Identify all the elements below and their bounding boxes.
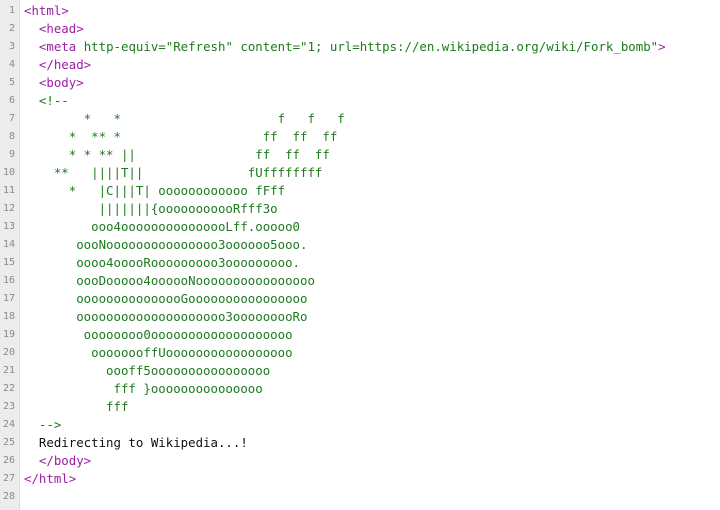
line-number: 27 bbox=[2, 473, 15, 484]
code-line-13[interactable]: ooo4ooooooooooooooLff.ooooo0 bbox=[24, 218, 720, 236]
ascii-art-line: * |C|||T| oooooooooooo fFff bbox=[24, 183, 286, 198]
code-line-22[interactable]: fff }ooooooooooooooo bbox=[24, 380, 720, 398]
line-number: 14 bbox=[2, 239, 15, 250]
line-number: 19 bbox=[2, 329, 15, 340]
http-equiv-value: "Refresh" bbox=[165, 39, 233, 54]
line-number: 25 bbox=[2, 437, 15, 448]
head-open-tag: <head> bbox=[24, 21, 84, 36]
line-number: 3 bbox=[8, 41, 15, 52]
code-line-8[interactable]: * ** * ff ff ff bbox=[24, 128, 720, 146]
line-number: 1 bbox=[8, 5, 15, 16]
line-number: 20 bbox=[2, 347, 15, 358]
line-number: 21 bbox=[2, 365, 15, 376]
line-number: 6 bbox=[8, 95, 15, 106]
line-number: 22 bbox=[2, 383, 15, 394]
ascii-art-line: ooooooooooooooGoooooooooooooooo bbox=[24, 291, 308, 306]
content-attribute: content= bbox=[232, 39, 301, 54]
ascii-art-line: ** ||||T|| fUffffffff bbox=[24, 165, 323, 180]
head-close-tag: </head> bbox=[24, 57, 92, 72]
line-number: 5 bbox=[8, 77, 15, 88]
line-number: 13 bbox=[2, 221, 15, 232]
code-line-25[interactable]: Redirecting to Wikipedia...! bbox=[24, 434, 720, 452]
meta-tag-open: <meta bbox=[38, 39, 77, 54]
code-line-21[interactable]: oooff5oooooooooooooooo bbox=[24, 362, 720, 380]
ascii-art-line: oooooooooooooooooooo3ooooooooRo bbox=[24, 309, 308, 324]
code-line-6[interactable]: <!-- bbox=[24, 92, 720, 110]
line-number-gutter: 1 2 3 4 5 6 7 8 9 10 11 12 13 14 15 16 17 18 19 20 21 22 23 24 2… bbox=[0, 0, 20, 510]
code-line-14[interactable]: oooNooooooooooooooo3oooooo5ooo. bbox=[24, 236, 720, 254]
code-line-12[interactable]: |||||||{ooooooooooRfff3o bbox=[24, 200, 720, 218]
meta-tag-close: > bbox=[658, 39, 666, 54]
code-line-15[interactable]: oooo4ooooRooooooooo3ooooooooo. bbox=[24, 254, 720, 272]
body-open-tag: <body> bbox=[24, 75, 84, 90]
code-line-26[interactable]: </body> bbox=[24, 452, 720, 470]
line-number: 8 bbox=[8, 131, 15, 142]
ascii-art-line: * ** * ff ff ff bbox=[24, 129, 338, 144]
code-line-23[interactable]: fff bbox=[24, 398, 720, 416]
line-number: 4 bbox=[8, 59, 15, 70]
ascii-art-line: * * f f f bbox=[24, 111, 345, 126]
line-number: 2 bbox=[8, 23, 15, 34]
code-line-1[interactable]: <html> bbox=[24, 2, 720, 20]
ascii-art-line: oooff5oooooooooooooooo bbox=[24, 363, 271, 378]
code-line-17[interactable]: ooooooooooooooGoooooooooooooooo bbox=[24, 290, 720, 308]
ascii-art-line: oooNooooooooooooooo3oooooo5ooo. bbox=[24, 237, 308, 252]
line-number: 18 bbox=[2, 311, 15, 322]
code-line-11[interactable]: * |C|||T| oooooooooooo fFff bbox=[24, 182, 720, 200]
body-close-tag: </body> bbox=[24, 453, 92, 468]
line-number: 28 bbox=[2, 491, 15, 502]
code-line-10[interactable]: ** ||||T|| fUffffffff bbox=[24, 164, 720, 182]
code-line-2[interactable]: <head> bbox=[24, 20, 720, 38]
html-close-tag: </html> bbox=[24, 471, 77, 486]
code-line-16[interactable]: oooDooooo4oooooNoooooooooooooooo bbox=[24, 272, 720, 290]
comment-open: <!-- bbox=[24, 93, 69, 108]
code-line-7[interactable]: * * f f f bbox=[24, 110, 720, 128]
code-line-9[interactable]: * * ** || ff ff ff bbox=[24, 146, 720, 164]
ascii-art-line: ooo4ooooooooooooooLff.ooooo0 bbox=[24, 219, 301, 234]
ascii-art-line: oooooooo0ooooooooooooooooooo bbox=[24, 327, 293, 342]
code-editor[interactable]: 1 2 3 4 5 6 7 8 9 10 11 12 13 14 15 16 17 18 19 20 21 22 23 24 2… bbox=[0, 0, 720, 510]
code-line-20[interactable]: oooooooffUooooooooooooooooo bbox=[24, 344, 720, 362]
ascii-art-line: * * ** || ff ff ff bbox=[24, 147, 330, 162]
code-line-28[interactable] bbox=[24, 488, 720, 506]
line-number: 9 bbox=[8, 149, 15, 160]
line-number: 11 bbox=[2, 185, 15, 196]
redirect-text: Redirecting to Wikipedia...! bbox=[24, 435, 248, 450]
code-line-5[interactable]: <body> bbox=[24, 74, 720, 92]
code-line-24[interactable]: --> bbox=[24, 416, 720, 434]
line-number: 23 bbox=[2, 401, 15, 412]
ascii-art-line: fff bbox=[24, 399, 129, 414]
line-number: 7 bbox=[8, 113, 15, 124]
ascii-art-line: oooo4ooooRooooooooo3ooooooooo. bbox=[24, 255, 301, 270]
ascii-art-line: |||||||{ooooooooooRfff3o bbox=[24, 201, 278, 216]
comment-close: --> bbox=[24, 417, 62, 432]
line-number: 15 bbox=[2, 257, 15, 268]
line-number: 17 bbox=[2, 293, 15, 304]
line-number: 24 bbox=[2, 419, 15, 430]
ascii-art-line: oooooooffUooooooooooooooooo bbox=[24, 345, 293, 360]
ascii-art-line: fff }ooooooooooooooo bbox=[24, 381, 263, 396]
code-line-18[interactable]: oooooooooooooooooooo3ooooooooRo bbox=[24, 308, 720, 326]
code-line-27[interactable]: </html> bbox=[24, 470, 720, 488]
line-number: 10 bbox=[2, 167, 15, 178]
http-equiv-attribute: http-equiv= bbox=[76, 39, 166, 54]
code-line-4[interactable]: </head> bbox=[24, 56, 720, 74]
ascii-art-line: oooDooooo4oooooNoooooooooooooooo bbox=[24, 273, 315, 288]
html-open-tag: <html> bbox=[24, 3, 69, 18]
code-line-19[interactable]: oooooooo0ooooooooooooooooooo bbox=[24, 326, 720, 344]
line-number: 16 bbox=[2, 275, 15, 286]
line-number: 12 bbox=[2, 203, 15, 214]
code-area[interactable]: <html> <head> <meta http-equiv="Refresh"… bbox=[20, 0, 720, 510]
code-line-3[interactable]: <meta http-equiv="Refresh" content="1; u… bbox=[24, 38, 720, 56]
line-number: 26 bbox=[2, 455, 15, 466]
content-value: "1; url=https://en.wikipedia.org/wiki/Fo… bbox=[300, 39, 659, 54]
